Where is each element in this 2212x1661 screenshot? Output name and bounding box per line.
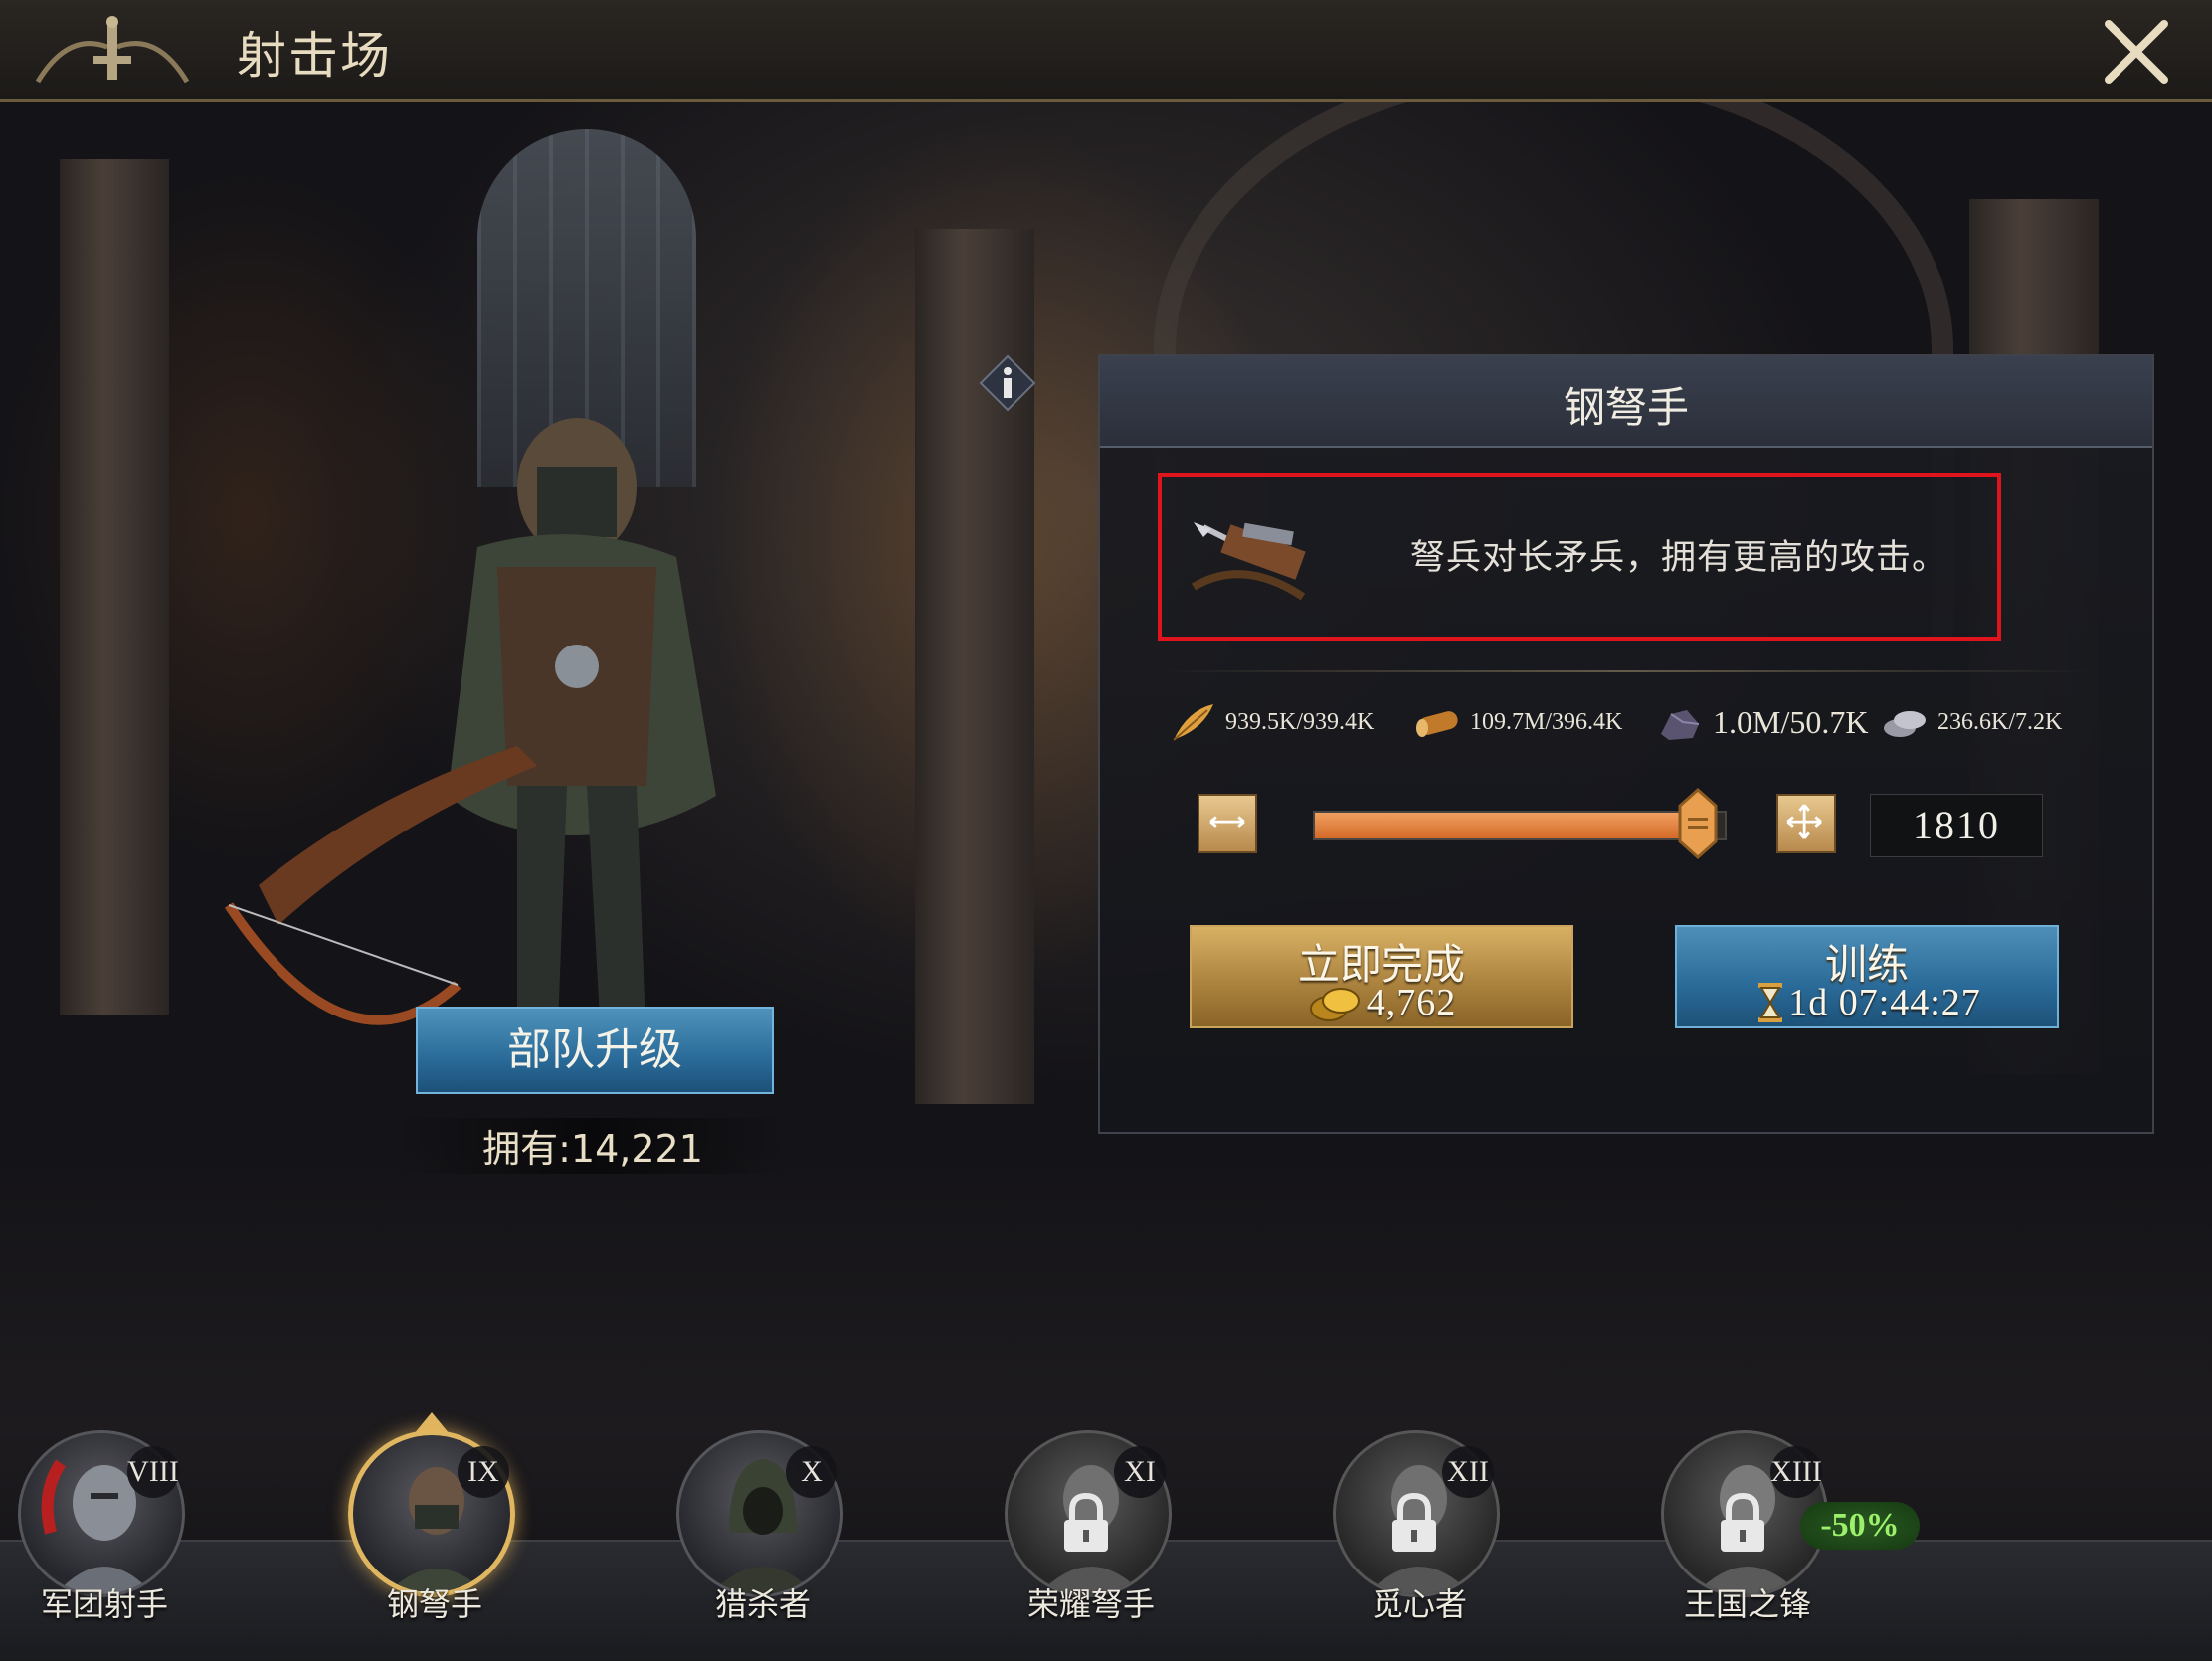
train-button[interactable]: 训练 1d 07:44:27 — [1675, 925, 2059, 1028]
resource-value: 109.7M/396.4K — [1470, 708, 1623, 735]
stone-pillar-left — [60, 159, 169, 1015]
unit-name: 猎杀者 — [714, 1585, 811, 1623]
instant-cost: 4,762 — [1366, 982, 1457, 1023]
owned-count: 拥有:14,221 — [394, 1118, 792, 1174]
unit-name: 荣耀弩手 — [1026, 1585, 1155, 1623]
unit-description: 弩兵对长矛兵，拥有更高的攻击。 — [1410, 538, 1948, 578]
feather-icon — [1173, 704, 1213, 741]
owned-label: 拥有: — [482, 1127, 571, 1171]
slider-fill — [1315, 813, 1701, 838]
panel-header: 钢弩手 — [1100, 356, 2152, 448]
arrows-cross-icon — [1786, 804, 1822, 839]
crossed-swords-emblem-icon — [35, 16, 190, 84]
gold-coins-icon — [1309, 988, 1360, 1021]
unit-rank: XII — [1442, 1446, 1494, 1498]
unit-description-box: 弩兵对长矛兵，拥有更高的攻击。 — [1158, 473, 2001, 641]
crossbowman-hero-portrait — [224, 418, 716, 1054]
silver-coins-icon — [1884, 711, 1926, 737]
arrows-horizontal-icon — [1209, 816, 1245, 828]
unit-detail-panel: 钢弩手 弩兵对长矛兵，拥有更高的攻击。 939.5K/939.4K 109.7M… — [1098, 354, 2154, 1134]
unit-name: 钢弩手 — [1563, 383, 1689, 432]
iron-ore-icon — [1661, 710, 1700, 740]
unit-rank: XIII — [1770, 1446, 1822, 1498]
unit-name: 觅心者 — [1371, 1585, 1467, 1623]
owned-value: 14,221 — [570, 1127, 703, 1171]
resource-value: 1.0M/50.7K — [1713, 703, 1869, 740]
train-time-row: 1d 07:44:27 — [1677, 981, 2057, 1024]
unit-rank: XI — [1114, 1446, 1166, 1498]
lock-icon — [1064, 1492, 1108, 1552]
unit-tier-10[interactable]: X 猎杀者 — [658, 1430, 847, 1639]
train-count-input[interactable]: 1810 — [1870, 794, 2043, 857]
unit-name: 军团射手 — [40, 1585, 168, 1623]
close-icon[interactable] — [2099, 14, 2174, 90]
unit-name: 钢弩手 — [386, 1585, 482, 1623]
lock-icon — [1721, 1492, 1764, 1552]
troop-upgrade-button[interactable]: 部队升级 — [416, 1007, 774, 1094]
crossbow-icon — [1191, 522, 1306, 601]
increase-count-button[interactable] — [1776, 794, 1836, 853]
resource-value: 939.5K/939.4K — [1225, 708, 1375, 735]
resource-food: 939.5K/939.4K — [1168, 694, 1374, 750]
unit-tier-12[interactable]: XII 觅心者 — [1315, 1430, 1504, 1639]
wood-log-icon — [1416, 711, 1458, 737]
top-bar: 射击场 — [0, 0, 2212, 102]
lock-icon — [1392, 1492, 1436, 1552]
unit-tier-11[interactable]: XI 荣耀弩手 — [987, 1430, 1176, 1639]
resource-ore: 1.0M/50.7K — [1655, 694, 1868, 750]
unit-tier-9[interactable]: IX 钢弩手 — [330, 1412, 519, 1639]
resource-wood: 109.7M/396.4K — [1412, 694, 1622, 750]
discount-badge: -50% — [1800, 1502, 1920, 1550]
unit-tier-8[interactable]: VIII 军团射手 — [0, 1430, 189, 1639]
hourglass-icon — [1758, 983, 1783, 1022]
unit-rank: X — [786, 1446, 837, 1498]
unit-rank: VIII — [127, 1446, 179, 1498]
unit-tier-13[interactable]: XIII -50% 王国之锋 — [1643, 1430, 1920, 1639]
train-time: 1d 07:44:27 — [1788, 982, 1981, 1023]
count-slider[interactable] — [1313, 811, 1727, 840]
decrease-count-button[interactable] — [1198, 794, 1257, 853]
unit-rank: IX — [458, 1446, 509, 1498]
slider-thumb[interactable] — [1678, 788, 1718, 859]
info-icon[interactable] — [979, 354, 1036, 412]
resource-value: 236.6K/7.2K — [1937, 708, 2063, 735]
instant-cost-row: 4,762 — [1192, 981, 1571, 1024]
resource-silver: 236.6K/7.2K — [1880, 694, 2062, 750]
instant-complete-button[interactable]: 立即完成 4,762 — [1190, 925, 1573, 1028]
page-title: 射击场 — [237, 27, 392, 85]
panel-divider — [1158, 670, 2093, 672]
unit-name: 王国之锋 — [1683, 1585, 1811, 1623]
